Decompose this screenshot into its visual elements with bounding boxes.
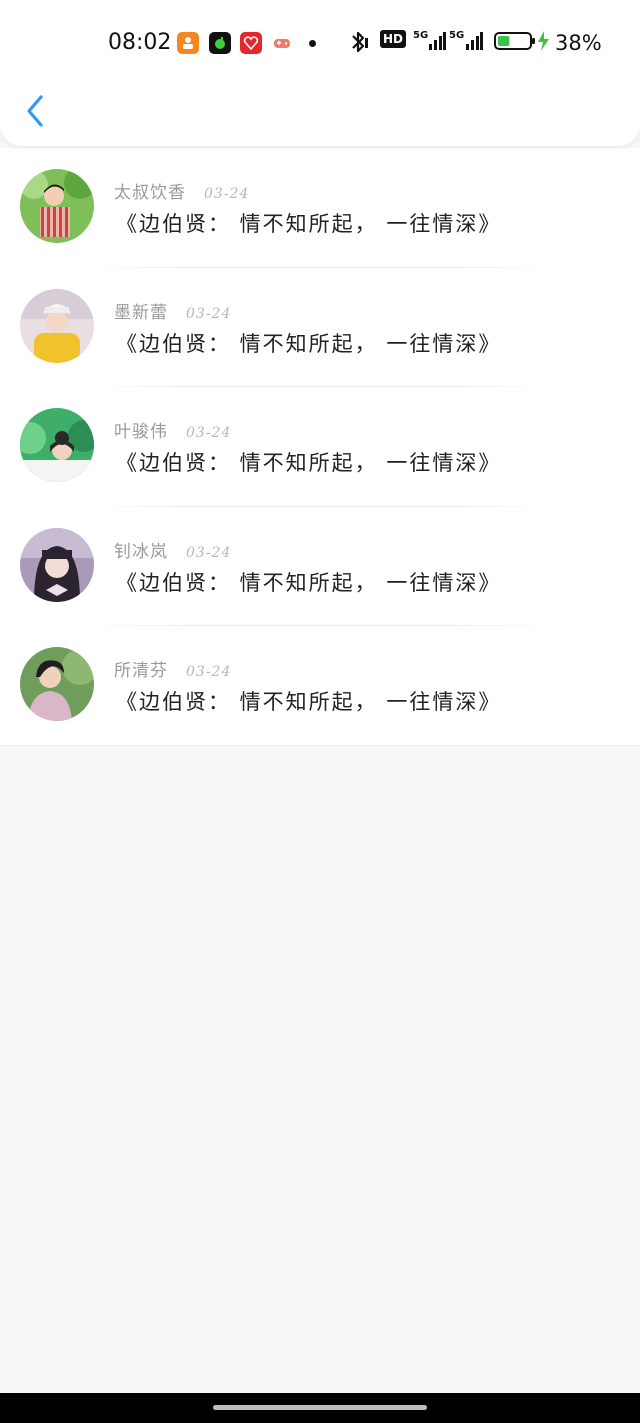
- author-name[interactable]: 叶骏伟: [114, 417, 168, 442]
- list-item[interactable]: 所清芬 03-24 《边伯贤： 情不知所起， 一往情深》: [0, 626, 640, 746]
- post-date: 03-24: [186, 664, 232, 681]
- item-meta: 所清芬 03-24: [114, 656, 232, 681]
- post-date: 03-24: [186, 544, 232, 561]
- battery-percent: 38%: [555, 31, 602, 55]
- author-name[interactable]: 所清芬: [114, 656, 168, 681]
- item-meta: 太叔饮香 03-24: [114, 178, 250, 203]
- avatar[interactable]: [20, 647, 94, 722]
- list-item[interactable]: 钊冰岚 03-24 《边伯贤： 情不知所起， 一往情深》: [0, 507, 640, 627]
- home-indicator[interactable]: [213, 1405, 427, 1410]
- signal-label-second: 5G: [449, 29, 465, 41]
- post-date: 03-24: [186, 305, 232, 322]
- author-name[interactable]: 墨新蕾: [114, 298, 168, 323]
- signal-5g-second-icon: 5G: [449, 30, 484, 52]
- item-title[interactable]: 《边伯贤： 情不知所起， 一往情深》: [116, 686, 501, 716]
- avatar[interactable]: [20, 527, 94, 602]
- post-date: 03-24: [186, 425, 232, 442]
- social-app-icon: [240, 32, 262, 54]
- bluetooth-icon: [348, 30, 370, 54]
- game-controller-icon: [271, 32, 293, 54]
- avatar[interactable]: [20, 408, 94, 483]
- music-app-icon: [209, 32, 231, 54]
- item-title[interactable]: 《边伯贤： 情不知所起， 一往情深》: [116, 567, 501, 597]
- notification-dot: [309, 40, 316, 47]
- status-time: 08:02: [108, 30, 172, 55]
- divider: [0, 744, 640, 746]
- signal-label: 5G: [413, 29, 429, 41]
- shopping-app-icon: [177, 32, 199, 54]
- item-title[interactable]: 《边伯贤： 情不知所起， 一往情深》: [116, 208, 501, 238]
- item-meta: 叶骏伟 03-24: [114, 417, 232, 442]
- list-item[interactable]: 墨新蕾 03-24 《边伯贤： 情不知所起， 一往情深》: [0, 268, 640, 388]
- item-title[interactable]: 《边伯贤： 情不知所起， 一往情深》: [116, 447, 501, 477]
- item-meta: 墨新蕾 03-24: [114, 298, 232, 323]
- post-date: 03-24: [204, 186, 250, 202]
- navigation-bar: [0, 1393, 640, 1423]
- author-name[interactable]: 太叔饮香: [114, 178, 186, 203]
- item-title[interactable]: 《边伯贤： 情不知所起， 一往情深》: [116, 328, 501, 358]
- status-bar: 08:02 HD 5G 5G 38%: [0, 24, 640, 64]
- item-meta: 钊冰岚 03-24: [114, 537, 232, 562]
- back-button[interactable]: [22, 92, 48, 130]
- chevron-left-icon: [27, 95, 43, 127]
- top-bar: 08:02 HD 5G 5G 38%: [0, 0, 640, 146]
- hd-label: HD: [380, 30, 407, 48]
- author-name[interactable]: 钊冰岚: [114, 537, 168, 562]
- avatar[interactable]: [20, 288, 94, 363]
- signal-5g-icon: 5G: [413, 29, 447, 52]
- battery-icon: [494, 30, 554, 52]
- comment-list: 太叔饮香 03-24 《边伯贤： 情不知所起， 一往情深》 墨新蕾 03-24 …: [0, 148, 640, 746]
- list-item[interactable]: 叶骏伟 03-24 《边伯贤： 情不知所起， 一往情深》: [0, 387, 640, 507]
- hd-icon: HD: [380, 30, 407, 48]
- list-item[interactable]: 太叔饮香 03-24 《边伯贤： 情不知所起， 一往情深》: [0, 148, 640, 268]
- avatar[interactable]: [20, 169, 94, 243]
